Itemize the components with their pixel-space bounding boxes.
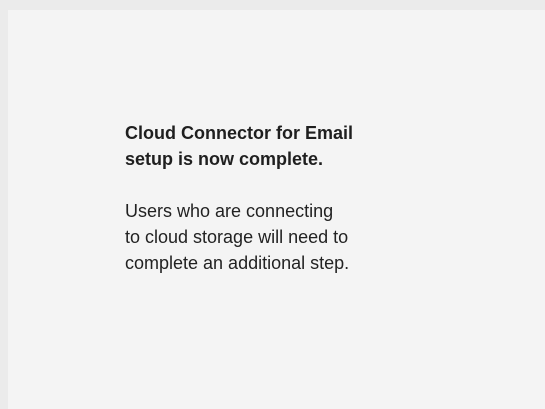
- completion-heading-line1: Cloud Connector for Email: [125, 123, 354, 143]
- completion-heading-line2: setup is now complete.: [125, 149, 324, 169]
- completion-body: Users who are connecting to cloud storag…: [125, 198, 445, 276]
- completion-body-line3: complete an additional step.: [125, 253, 350, 273]
- completion-message: Cloud Connector for Email setup is now c…: [125, 120, 445, 276]
- completion-heading: Cloud Connector for Email setup is now c…: [125, 120, 445, 172]
- completion-panel: Cloud Connector for Email setup is now c…: [8, 10, 545, 409]
- completion-body-line1: Users who are connecting: [125, 201, 334, 221]
- completion-body-line2: to cloud storage will need to: [125, 227, 349, 247]
